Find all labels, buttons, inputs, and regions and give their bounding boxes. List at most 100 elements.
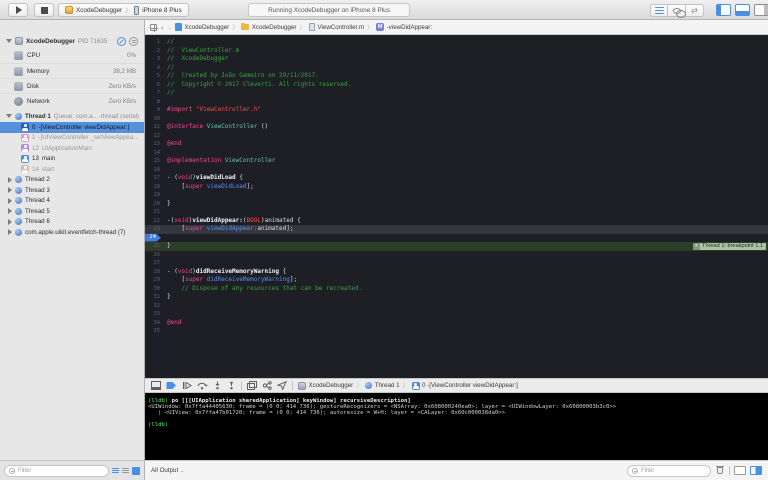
line-number[interactable]: 2 <box>145 47 162 56</box>
code-line[interactable]: 25} ≡ Thread 1: breakpoint 1.1 <box>145 242 768 251</box>
thread-row[interactable]: Thread 3 <box>0 185 144 196</box>
line-number[interactable]: 18 <box>145 183 162 192</box>
assistant-editor-button[interactable] <box>668 4 686 18</box>
continue-button[interactable] <box>182 381 192 390</box>
code-line[interactable]: 27 <box>145 259 768 268</box>
line-number[interactable]: 21 <box>145 208 162 217</box>
stop-button[interactable] <box>34 3 54 17</box>
line-number[interactable]: 10 <box>145 115 162 124</box>
line-number[interactable]: 13 <box>145 140 162 149</box>
simulate-location-button[interactable] <box>277 381 287 390</box>
code-line[interactable]: 28- (void)didReceiveMemoryWarning { <box>145 268 768 277</box>
line-number[interactable]: 29 <box>145 276 162 285</box>
code-line[interactable]: 29 [super didReceiveMemoryWarning]; <box>145 276 768 285</box>
code-line[interactable]: 17- (void)viewDidLoad { <box>145 174 768 183</box>
gauge-row-network[interactable]: Network Zero KB/s <box>0 93 144 108</box>
line-number[interactable]: 23 <box>145 225 162 234</box>
code-line[interactable]: 7 // <box>145 89 768 98</box>
disclosure-triangle-icon[interactable] <box>6 39 12 43</box>
disclosure-triangle-icon[interactable] <box>8 197 12 204</box>
step-into-button[interactable] <box>213 381 222 390</box>
line-number[interactable]: 11 <box>145 123 162 132</box>
disclosure-triangle-icon[interactable] <box>6 114 12 118</box>
gauge-row-cpu[interactable]: CPU 0% <box>0 48 144 63</box>
code-line[interactable]: 31} <box>145 293 768 302</box>
code-line[interactable]: 1 // <box>145 38 768 47</box>
line-number[interactable]: 15 <box>145 157 162 166</box>
view-hierarchy-button[interactable] <box>247 381 257 390</box>
breakpoints-toggle-button[interactable] <box>166 381 177 390</box>
disclosure-triangle-icon[interactable] <box>8 218 12 225</box>
stack-frame-row[interactable]: 14 start <box>0 164 144 175</box>
code-line[interactable]: 23 [super viewDidAppear:animated]; <box>145 225 768 234</box>
clear-console-icon[interactable] <box>716 466 724 474</box>
jump-bar-crumb[interactable]: XcodeDebugger <box>241 22 296 31</box>
gauge-row-memory[interactable]: Memory 38,2 MB <box>0 63 144 78</box>
code-line[interactable]: 13 @end <box>145 140 768 149</box>
debug-bar-crumb[interactable]: XcodeDebugger <box>298 381 353 390</box>
code-line[interactable]: 18 [super viewDidLoad]; <box>145 183 768 192</box>
debug-bar-crumb[interactable]: Thread 1 <box>365 382 400 389</box>
standard-editor-button[interactable] <box>650 4 668 17</box>
thread-row[interactable]: Thread 2 <box>0 175 144 186</box>
jump-bar-crumb[interactable]: M -viewDidAppear: <box>376 23 432 31</box>
stack-frame-row[interactable]: 12 UIApplicationMain <box>0 143 144 154</box>
line-number[interactable]: 22 <box>145 217 162 226</box>
line-number[interactable]: 35 <box>145 327 162 336</box>
thread-row[interactable]: com.apple.uikit.eventfetch-thread (7) <box>0 227 144 238</box>
line-number[interactable]: 27 <box>145 259 162 268</box>
code-line[interactable]: 26 <box>145 251 768 260</box>
line-number[interactable]: 17 <box>145 174 162 183</box>
code-line[interactable]: 9 #import "ViewController.h" <box>145 106 768 115</box>
disclosure-triangle-icon[interactable] <box>8 208 12 215</box>
line-number[interactable]: 31 <box>145 293 162 302</box>
process-row[interactable]: XcodeDebugger PID 71635 <box>0 34 144 48</box>
line-number[interactable]: 8 <box>145 98 162 107</box>
line-number[interactable]: 5 <box>145 72 162 81</box>
thread-row[interactable]: Thread 6 <box>0 217 144 228</box>
scheme-selector[interactable]: XcodeDebugger 〉 iPhone 8 Plus <box>58 3 189 17</box>
jump-bar-crumb[interactable]: ViewController.m <box>308 23 364 31</box>
variables-view-toggle[interactable] <box>734 466 746 475</box>
line-number[interactable]: 3 <box>145 55 162 64</box>
line-number[interactable]: 9 <box>145 106 162 115</box>
thread1-row[interactable]: Thread 1 Queue: com.a…-thread (serial) <box>0 110 144 122</box>
line-number[interactable]: 28 <box>145 268 162 277</box>
debug-area-toggle-button[interactable] <box>735 4 750 16</box>
navigator-view-mode-icon[interactable] <box>132 466 140 475</box>
line-number[interactable]: 26 <box>145 251 162 260</box>
back-button[interactable]: ‹ <box>160 23 165 32</box>
output-mode-selector[interactable]: All Output ⌄ <box>151 467 184 474</box>
code-line[interactable]: 24 <box>145 234 768 243</box>
line-number[interactable]: 14 <box>145 149 162 158</box>
gauge-row-disk[interactable]: Disk Zero KB/s <box>0 78 144 93</box>
code-line[interactable]: 34 @end <box>145 319 768 328</box>
hide-debug-area-button[interactable] <box>151 381 161 390</box>
debug-bar-crumb[interactable]: 0 -[ViewController viewDidAppear:] <box>411 381 518 390</box>
show-frames-with-symbols-icon[interactable] <box>112 467 119 474</box>
step-over-button[interactable] <box>197 381 208 390</box>
code-line[interactable]: 32 <box>145 302 768 311</box>
code-line[interactable]: 30 // Dispose of any resources that can … <box>145 285 768 294</box>
related-items-icon[interactable] <box>150 23 158 32</box>
navigator-filter-input[interactable]: Filter <box>4 464 109 477</box>
stack-frame-row[interactable]: 0 -[ViewController viewDidAppear:] <box>0 122 144 133</box>
code-line[interactable]: 22 -(void)viewDidAppear:(BOOL)animated { <box>145 217 768 226</box>
code-line[interactable]: 35 <box>145 327 768 336</box>
line-number[interactable]: 7 <box>145 89 162 98</box>
code-line[interactable]: 2 // ViewController.m <box>145 47 768 56</box>
stack-frame-row[interactable]: 13 main <box>0 154 144 165</box>
console-filter-input[interactable]: Filter <box>627 464 711 477</box>
thread-row[interactable]: Thread 5 <box>0 206 144 217</box>
run-button[interactable] <box>8 3 28 17</box>
show-crashed-threads-icon[interactable] <box>122 467 129 474</box>
stack-frame-row[interactable]: 1 -[UIViewController _setViewAppea… <box>0 133 144 144</box>
code-line[interactable]: 4 // <box>145 64 768 73</box>
line-number[interactable]: 30 <box>145 285 162 294</box>
code-line[interactable]: 11 @interface ViewController () <box>145 123 768 132</box>
code-line[interactable]: 3 // XcodeDebugger <box>145 55 768 64</box>
code-line[interactable]: 5 // Created by João Gameiro on 29/11/201… <box>145 72 768 81</box>
code-line[interactable]: 14 <box>145 149 768 158</box>
line-number[interactable]: 20 <box>145 200 162 209</box>
version-editor-button[interactable]: ⇄ <box>686 4 704 17</box>
